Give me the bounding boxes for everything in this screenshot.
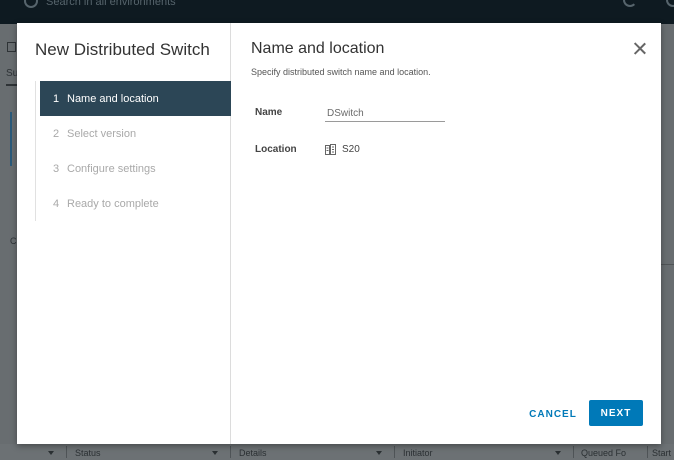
wizard-content: Name and location Specify distributed sw… bbox=[231, 23, 661, 444]
wizard-step-ready-to-complete[interactable]: 4 Ready to complete bbox=[36, 186, 231, 221]
column-divider bbox=[573, 446, 574, 458]
tasks-column-status: Status bbox=[75, 448, 101, 458]
next-button[interactable]: NEXT bbox=[589, 400, 643, 426]
datacenter-icon bbox=[325, 144, 336, 155]
step-label: Configure settings bbox=[67, 162, 156, 175]
background-object-icon bbox=[7, 42, 16, 52]
page-subtitle: Specify distributed switch name and loca… bbox=[251, 67, 431, 77]
wizard-step-configure-settings[interactable]: 3 Configure settings bbox=[36, 151, 231, 186]
page-title: Name and location bbox=[251, 40, 385, 57]
column-divider bbox=[66, 446, 67, 458]
tasks-column-initiator: Initiator bbox=[403, 448, 433, 458]
filter-icon bbox=[376, 451, 382, 455]
new-distributed-switch-dialog: New Distributed Switch 1 Name and locati… bbox=[17, 23, 661, 444]
column-divider bbox=[230, 446, 231, 458]
recent-tasks-header: Status Details Initiator Queued Fo Start bbox=[0, 444, 674, 460]
tasks-column-start: Start bbox=[652, 448, 672, 458]
filter-icon bbox=[555, 451, 561, 455]
location-value: S20 bbox=[342, 144, 360, 155]
background-panel-left: Su C bbox=[0, 24, 18, 444]
close-icon[interactable] bbox=[633, 42, 647, 56]
switch-name-input[interactable] bbox=[325, 105, 445, 122]
background-divider bbox=[660, 264, 674, 265]
name-label: Name bbox=[255, 107, 283, 118]
global-search-input[interactable]: Search in all environments bbox=[46, 0, 176, 8]
filter-icon bbox=[212, 451, 218, 455]
background-card-accent bbox=[10, 112, 12, 166]
filter-icon bbox=[48, 451, 54, 455]
wizard-sidebar: New Distributed Switch 1 Name and locati… bbox=[17, 23, 231, 444]
step-label: Name and location bbox=[67, 92, 159, 105]
tasks-column-queued: Queued Fo bbox=[581, 448, 627, 458]
global-header: Search in all environments bbox=[0, 0, 674, 24]
location-selector[interactable]: S20 bbox=[325, 144, 360, 155]
step-label: Ready to complete bbox=[67, 197, 159, 210]
cancel-button[interactable]: CANCEL bbox=[523, 401, 583, 427]
column-divider bbox=[394, 446, 395, 458]
tasks-column-details: Details bbox=[239, 448, 267, 458]
step-number: 3 bbox=[53, 162, 60, 175]
search-icon[interactable] bbox=[24, 0, 38, 8]
location-label: Location bbox=[255, 144, 297, 155]
help-icon[interactable] bbox=[666, 0, 674, 7]
refresh-icon[interactable] bbox=[623, 0, 637, 7]
wizard-step-name-and-location[interactable]: 1 Name and location bbox=[40, 81, 231, 116]
step-number: 4 bbox=[53, 197, 60, 210]
step-label: Select version bbox=[67, 127, 137, 140]
column-divider bbox=[647, 446, 648, 458]
step-number: 2 bbox=[53, 127, 60, 140]
wizard-title: New Distributed Switch bbox=[35, 40, 210, 59]
background-panel-right bbox=[660, 24, 674, 444]
step-number: 1 bbox=[53, 92, 60, 105]
background-panel-label: C bbox=[10, 236, 17, 246]
wizard-steps: 1 Name and location 2 Select version 3 C… bbox=[35, 81, 231, 221]
wizard-step-select-version[interactable]: 2 Select version bbox=[36, 116, 231, 151]
